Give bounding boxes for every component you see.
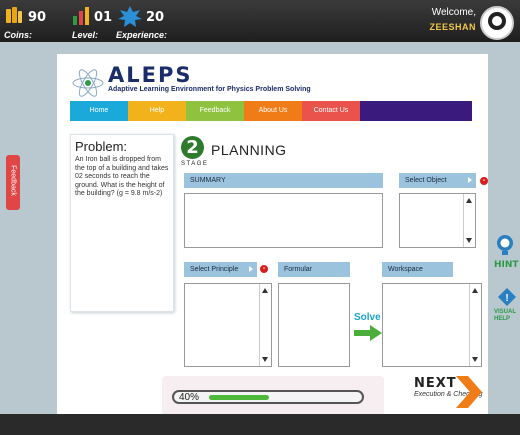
feedback-tab-label: Feedback: [9, 165, 17, 196]
level-value: 01: [94, 10, 113, 25]
nav-item-home[interactable]: Home: [70, 101, 128, 121]
logo-subtitle: Adaptive Learning Environment for Physic…: [108, 86, 311, 93]
progress-bar: 40%: [172, 390, 364, 404]
remove-principle-icon[interactable]: -: [260, 265, 268, 273]
coins-label: Coins:: [4, 30, 32, 40]
scroll-up-icon[interactable]: [472, 288, 478, 293]
progress-fill: [209, 395, 269, 400]
workspace-header: Workspace: [382, 262, 453, 277]
principle-list-scrollbar[interactable]: [259, 284, 271, 366]
level-icon: [72, 6, 90, 31]
visual-help-label: VISUAL HELP: [494, 309, 516, 322]
experience-label: Experience:: [116, 30, 168, 40]
object-list-scrollbar[interactable]: [463, 194, 475, 247]
scroll-down-icon[interactable]: [466, 238, 472, 243]
coins-icon: [4, 6, 24, 31]
select-principle-label: Select Principle: [190, 266, 239, 273]
right-arrow-icon: [354, 325, 382, 341]
logo: ALEPS Adaptive Learning Environment for …: [71, 63, 311, 100]
level-label: Level:: [72, 30, 99, 40]
stage-title: PLANNING: [211, 142, 287, 158]
summary-header: SUMMARY: [184, 173, 383, 188]
visual-help-icon: !: [498, 288, 516, 306]
nav-item-about-us[interactable]: About Us: [244, 101, 302, 121]
scroll-up-icon[interactable]: [466, 198, 472, 203]
username: ZEESHAN: [429, 22, 476, 32]
svg-text:!: !: [505, 293, 508, 304]
experience-stat: 20 Experience:: [116, 6, 167, 40]
avatar[interactable]: [480, 6, 514, 40]
next-button[interactable]: NEXT Execution & Checking: [414, 376, 484, 416]
formular-box: [278, 283, 350, 367]
remove-object-icon[interactable]: -: [480, 177, 488, 185]
select-object-label: Select Object: [405, 177, 447, 184]
chevron-right-icon: [456, 376, 482, 408]
welcome-block: Welcome, ZEESHAN: [429, 6, 476, 34]
hint-label: HINT: [494, 260, 519, 270]
lightbulb-icon: [497, 235, 513, 255]
scroll-down-icon[interactable]: [262, 357, 268, 362]
summary-box: [184, 193, 383, 248]
nav-item-help[interactable]: Help: [128, 101, 186, 121]
progress-text: 40%: [179, 392, 200, 403]
problem-text: An Iron ball is dropped from the top of …: [75, 156, 169, 197]
experience-value: 20: [146, 10, 165, 25]
problem-heading: Problem:: [75, 139, 128, 154]
star-burst-icon: [118, 6, 142, 33]
stage-label: STAGE: [181, 161, 209, 167]
bottom-bar: [0, 414, 520, 435]
workspace-box[interactable]: [382, 283, 482, 367]
scroll-down-icon[interactable]: [472, 357, 478, 362]
coins-value: 90: [28, 10, 47, 25]
dropdown-arrow-icon: [468, 177, 472, 183]
feedback-side-tab[interactable]: Feedback: [6, 155, 20, 210]
level-stat: 01 Level:: [72, 6, 113, 40]
atom-icon: [72, 69, 104, 97]
hint-button[interactable]: HINT: [494, 234, 519, 280]
formular-header: Formular: [278, 262, 350, 277]
next-title: NEXT: [414, 376, 457, 391]
scroll-up-icon[interactable]: [262, 288, 268, 293]
main-panel: ALEPS Adaptive Learning Environment for …: [57, 54, 488, 414]
visual-help-button[interactable]: ! VISUAL HELP: [494, 287, 520, 332]
coins-stat: 90 Coins:: [4, 6, 47, 40]
select-principle-dropdown[interactable]: Select Principle: [184, 262, 257, 277]
solve-label: Solve: [354, 312, 381, 323]
stage-number-badge: 2: [181, 136, 204, 159]
object-list[interactable]: [399, 193, 476, 248]
nav-item-feedback[interactable]: Feedback: [186, 101, 244, 121]
user-avatar-icon: [483, 9, 511, 37]
logo-title: ALEPS: [108, 63, 193, 87]
problem-box: Problem: An Iron ball is dropped from th…: [70, 134, 174, 312]
welcome-text: Welcome,: [431, 7, 476, 18]
select-object-dropdown[interactable]: Select Object: [399, 173, 476, 188]
nav-item-contact-us[interactable]: Contact Us: [302, 101, 360, 121]
workspace-scrollbar[interactable]: [469, 284, 481, 366]
progress-area: 40%: [162, 376, 384, 414]
dropdown-arrow-icon: [249, 266, 253, 272]
solve-button[interactable]: Solve: [354, 312, 382, 341]
main-nav: Home Help Feedback About Us Contact Us: [70, 101, 472, 121]
top-status-bar: 90 Coins: 01 Level: 20 Experience: Welco…: [0, 0, 520, 42]
principle-list[interactable]: [184, 283, 272, 367]
